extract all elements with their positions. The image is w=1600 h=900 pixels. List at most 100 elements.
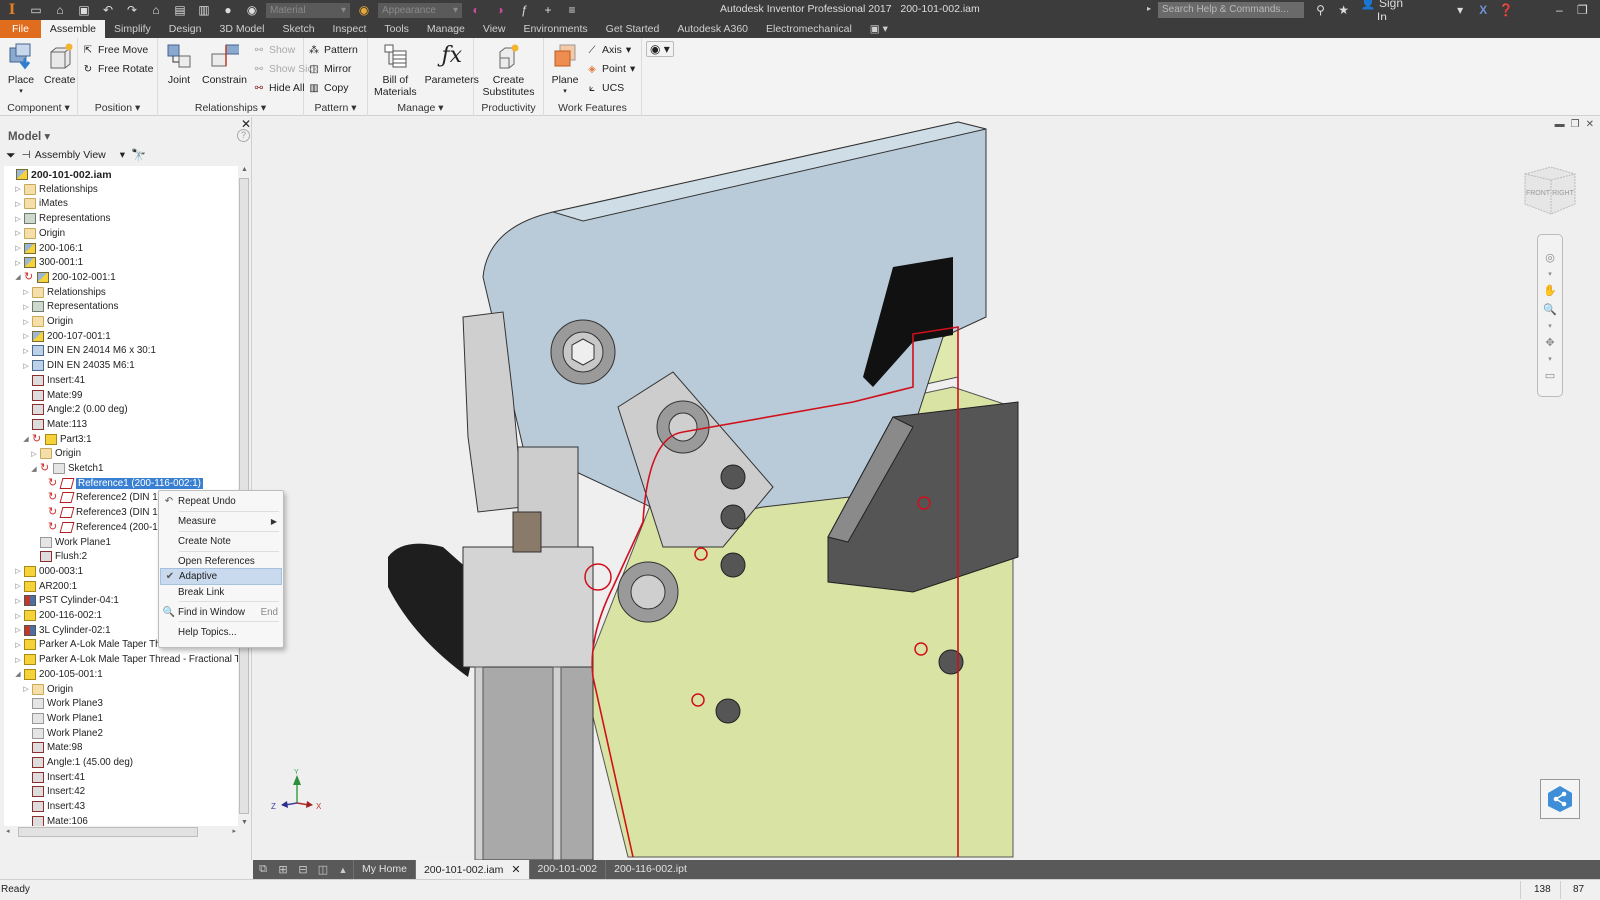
free-move-button[interactable]: ⇱ Free Move xyxy=(82,42,153,58)
signin-pin-icon[interactable]: ⚲ xyxy=(1312,3,1329,17)
tab-autodesk-a360[interactable]: Autodesk A360 xyxy=(668,20,757,38)
mirror-button[interactable]: ◫ Mirror xyxy=(308,61,358,77)
tree-node[interactable]: ↻ Reference1 (200-116-002:1) xyxy=(38,476,203,491)
account-dropdown-icon[interactable]: ▾ xyxy=(1452,3,1469,17)
minimize-button[interactable]: – xyxy=(1551,3,1568,17)
close-tab-icon[interactable]: ✕ xyxy=(511,864,520,876)
expand-arrow-icon[interactable]: ▷ xyxy=(14,259,22,267)
tree-node[interactable]: ◢ 200-105-001:1 xyxy=(14,667,103,682)
tree-node[interactable]: ▷ 200-116-002:1 xyxy=(14,608,102,623)
viewport-restore-icon[interactable]: ❐ xyxy=(1571,119,1580,130)
tree-node[interactable]: Mate:113 xyxy=(22,417,87,432)
exchange-icon[interactable]: X xyxy=(1475,3,1492,17)
tab-3d-model[interactable]: 3D Model xyxy=(210,20,273,38)
expand-arrow-icon[interactable]: ▷ xyxy=(14,200,22,208)
menu-item-break-link[interactable]: Break Link xyxy=(160,584,282,601)
document-tab[interactable]: 200-101-002.iam ✕ xyxy=(414,860,529,879)
appearance-icon[interactable]: ◉ xyxy=(356,2,372,18)
tab-simplify[interactable]: Simplify xyxy=(105,20,160,38)
create-substitutes-button[interactable]: Create Substitutes xyxy=(481,41,537,98)
menu-item-create-note[interactable]: Create Note xyxy=(160,533,282,550)
collapse-arrow-icon[interactable]: ◢ xyxy=(22,435,30,443)
tree-node[interactable]: ▷ Representations xyxy=(14,211,110,226)
tree-node[interactable]: Work Plane3 xyxy=(22,696,103,711)
tree-node[interactable]: Insert:41 xyxy=(22,770,85,785)
menu-item-adaptive[interactable]: ✔ Adaptive xyxy=(160,568,282,585)
free-rotate-button[interactable]: ↻ Free Rotate xyxy=(82,61,154,77)
tree-node[interactable]: ▷ PST Cylinder-04:1 xyxy=(14,593,119,608)
filter-icon[interactable]: ⏷ xyxy=(6,148,16,163)
tree-node[interactable]: ▷ Relationships xyxy=(14,182,98,197)
tree-horizontal-scrollbar[interactable]: ◂ ▸ xyxy=(4,826,238,838)
update-icon[interactable]: ▤ xyxy=(172,2,188,18)
scroll-right-icon[interactable]: ▸ xyxy=(232,827,236,835)
expand-arrow-icon[interactable]: ▷ xyxy=(14,567,22,575)
search-help-input[interactable]: Search Help & Commands... xyxy=(1158,2,1304,18)
tree-node[interactable]: Mate:99 xyxy=(22,388,82,403)
place-button[interactable]: Place ▾ xyxy=(4,41,38,98)
view-face-icon[interactable]: ▭ xyxy=(1545,369,1555,382)
tree-node[interactable]: ◢ ↻ Sketch1 xyxy=(30,461,103,476)
tree-node[interactable]: ▷ Parker A-Lok Male Taper Thread - Fracti… xyxy=(14,652,238,667)
new-file-icon[interactable]: ▭ xyxy=(28,2,44,18)
tree-node[interactable]: ↻ Reference3 (DIN 125- xyxy=(38,505,172,520)
save-icon[interactable]: ▣ xyxy=(76,2,92,18)
tree-node[interactable]: ▷ DIN EN 24014 M6 x 30:1 xyxy=(22,343,156,358)
steering-wheel-icon[interactable]: ◎ xyxy=(1545,251,1555,264)
tab-assemble[interactable]: Assemble xyxy=(40,20,106,38)
customize-icon[interactable]: ≡ xyxy=(564,2,580,18)
tree-node[interactable]: ▷ Relationships xyxy=(22,285,106,300)
tree-node[interactable]: ◢ ↻ Part3:1 xyxy=(22,432,92,447)
graphics-viewport[interactable]: ▬ ❐ ✕ FRONT RIGHT ◎ ▾ ✋ 🔍 ▾ ✥ ▾ ▭ Y Z X xyxy=(253,117,1600,860)
tile-horizontal-icon[interactable]: ⊟ xyxy=(293,860,313,879)
expand-arrow-icon[interactable]: ▷ xyxy=(22,685,30,693)
expand-arrow-icon[interactable]: ▷ xyxy=(14,641,22,649)
tree-node[interactable]: ▷ Origin xyxy=(30,446,81,461)
tab-sketch[interactable]: Sketch xyxy=(273,20,323,38)
document-tab[interactable]: My Home xyxy=(353,860,415,879)
tile-vertical-icon[interactable]: ◫ xyxy=(313,860,333,879)
relationships-panel-label[interactable]: Relationships ▾ xyxy=(158,101,303,116)
orbit-icon[interactable]: ✥ xyxy=(1545,336,1554,349)
tab-manage[interactable]: Manage xyxy=(418,20,474,38)
cascade-windows-icon[interactable]: ⧉ xyxy=(253,860,273,879)
chevron-down-icon[interactable]: ▾ xyxy=(1548,270,1552,278)
menu-item-help-topics[interactable]: Help Topics... xyxy=(160,624,282,641)
pan-hand-icon[interactable]: ✋ xyxy=(1543,284,1557,297)
redo-icon[interactable]: ↷ xyxy=(124,2,140,18)
help-icon[interactable]: ❓ xyxy=(1498,3,1515,17)
plus-icon[interactable]: + xyxy=(540,2,556,18)
adjust-appearance-icon[interactable]: ◐ xyxy=(468,2,484,18)
undo-icon[interactable]: ↶ xyxy=(100,2,116,18)
expand-arrow-icon[interactable]: ▷ xyxy=(14,244,22,252)
tree-node[interactable]: ◢ ↻ 200-102-001:1 xyxy=(14,270,116,285)
tree-node[interactable]: Angle:1 (45.00 deg) xyxy=(22,755,133,770)
tree-node[interactable]: ▷ iMates xyxy=(14,196,68,211)
tree-node[interactable]: Work Plane1 xyxy=(30,535,111,550)
tree-node[interactable]: ▷ Origin xyxy=(22,682,73,697)
tree-node[interactable]: Mate:98 xyxy=(22,740,82,755)
document-tab[interactable]: 200-101-002 xyxy=(528,860,606,879)
tab-electromechanical[interactable]: Electromechanical xyxy=(757,20,861,38)
share-view-button[interactable] xyxy=(1540,779,1580,819)
zoom-icon[interactable]: 🔍 xyxy=(1543,303,1557,316)
tab-view[interactable]: View xyxy=(474,20,515,38)
tree-node[interactable]: ▷ Origin xyxy=(22,314,73,329)
home-icon[interactable]: ⌂ xyxy=(148,2,164,18)
tree-node[interactable]: ↻ Reference2 (DIN 125- xyxy=(38,490,172,505)
expand-arrow-icon[interactable]: ▷ xyxy=(14,185,22,193)
expand-arrow-icon[interactable]: ▷ xyxy=(14,229,22,237)
ucs-button[interactable]: ⟀ UCS xyxy=(586,80,635,96)
bill-of-materials-button[interactable]: Bill of Materials xyxy=(372,41,419,98)
tree-node[interactable]: Work Plane1 xyxy=(22,711,103,726)
tree-node[interactable]: ▷ 200-107-001:1 xyxy=(22,329,111,344)
viewcube[interactable]: FRONT RIGHT xyxy=(1521,162,1579,217)
expand-arrow-icon[interactable]: ▷ xyxy=(14,215,22,223)
chevron-down-icon[interactable]: ▾ xyxy=(1548,322,1552,330)
tree-node[interactable]: ▷ Representations xyxy=(22,299,118,314)
component-panel-label[interactable]: Component ▾ xyxy=(0,101,77,116)
tree-node[interactable]: Insert:43 xyxy=(22,799,85,814)
tab-tools[interactable]: Tools xyxy=(375,20,418,38)
restore-button[interactable]: ❐ xyxy=(1574,3,1591,17)
tab-design[interactable]: Design xyxy=(160,20,211,38)
